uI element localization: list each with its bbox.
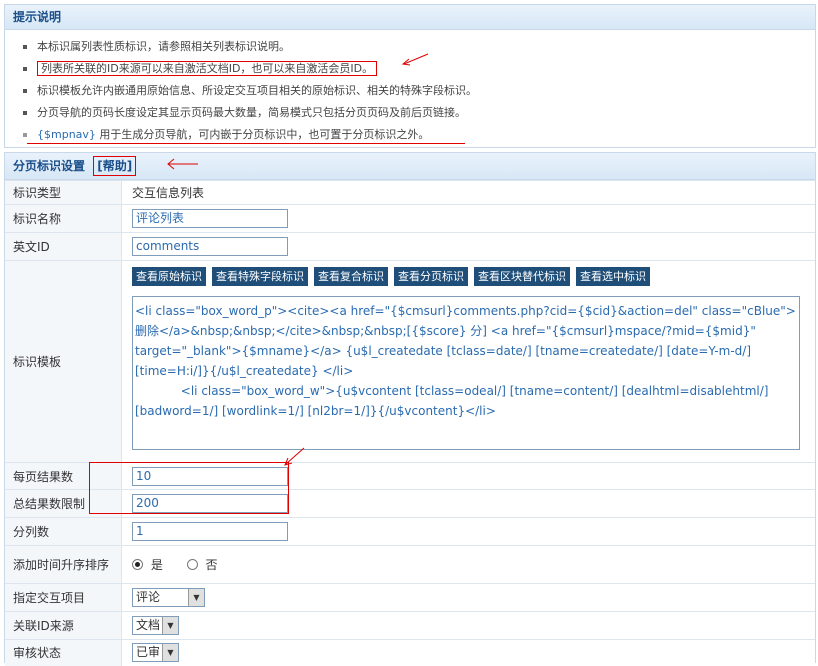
- chevron-down-icon: ▼: [188, 589, 204, 606]
- bullet-icon: [23, 67, 27, 71]
- bullet-icon: [23, 45, 27, 49]
- asc-yes-radio[interactable]: [132, 559, 143, 570]
- audit-select-value: 已审: [136, 645, 161, 660]
- table-row: 标识名称 评论列表: [5, 204, 815, 233]
- view-original-button[interactable]: 查看原始标识: [132, 267, 206, 286]
- view-composite-button[interactable]: 查看复合标识: [314, 267, 388, 286]
- audit-select[interactable]: 已审 ▼: [132, 643, 179, 663]
- type-value: 交互信息列表: [121, 180, 815, 205]
- enid-input[interactable]: comments: [132, 237, 288, 256]
- item-select-value: 评论: [136, 590, 161, 604]
- help-link[interactable]: [帮助]: [93, 156, 137, 176]
- view-paging-button[interactable]: 查看分页标识: [394, 267, 468, 286]
- mpnav-code: {$mpnav}: [37, 128, 96, 141]
- list-item: 标识模板允许内嵌通用原始信息、所设定交互项目相关的原始标识、相关的特殊字段标识。: [19, 80, 815, 102]
- red-box-annotation: [89, 462, 289, 514]
- idsrc-label: 关联ID来源: [5, 611, 122, 640]
- name-input[interactable]: 评论列表: [132, 209, 288, 228]
- red-underline-annotation: [27, 143, 465, 144]
- chevron-down-icon: ▼: [162, 617, 178, 634]
- red-arrow-icon: [167, 158, 198, 170]
- bullet-icon: [23, 89, 27, 93]
- red-arrow-icon: [284, 447, 305, 466]
- item-label: 指定交互项目: [5, 583, 122, 612]
- red-arrow-icon: [401, 53, 429, 66]
- table-row: 审核状态 已审 ▼: [5, 639, 815, 666]
- template-toolbar: 查看原始标识 查看特殊字段标识 查看复合标识 查看分页标识 查看区块替代标识 查看选中标识: [132, 267, 815, 286]
- list-item: 分页导航的页码长度设定其显示页码最大数量，简易模式只包括分页页码及前后页链接。: [19, 102, 815, 124]
- item-select[interactable]: 评论 ▼: [132, 588, 205, 607]
- asc-yes-label: 是: [150, 558, 163, 572]
- table-row: 指定交互项目 评论 ▼: [5, 583, 815, 612]
- table-row: 标识类型 交互信息列表: [5, 180, 815, 205]
- settings-panel: 分页标识设置 [帮助] 标识类型 交互信息列表 标识名称 评论列表 英文ID c…: [4, 152, 816, 666]
- bullet-icon: [23, 111, 27, 115]
- hint-list: 本标识属列表性质标识，请参照相关列表标识说明。 列表所关联的ID来源可以来自激活…: [5, 30, 815, 146]
- table-row: 英文ID comments: [5, 232, 815, 261]
- view-block-replace-button[interactable]: 查看区块替代标识: [474, 267, 570, 286]
- settings-form: 标识类型 交互信息列表 标识名称 评论列表 英文ID comments 标识模板…: [5, 180, 815, 666]
- settings-panel-title: 分页标识设置: [13, 159, 86, 173]
- asc-no-radio[interactable]: [186, 559, 198, 570]
- idsrc-select-value: 文档: [136, 618, 161, 632]
- type-label: 标识类型: [5, 180, 122, 205]
- highlighted-hint: 列表所关联的ID来源可以来自激活文档ID，也可以来自激活会员ID。: [37, 61, 378, 76]
- table-row: 添加时间升序排序 是 否: [5, 545, 815, 584]
- template-textarea[interactable]: <li class="box_word_p"><cite><a href="{$…: [132, 296, 800, 450]
- view-selected-button[interactable]: 查看选中标识: [576, 267, 650, 286]
- view-special-field-button[interactable]: 查看特殊字段标识: [212, 267, 308, 286]
- chevron-down-icon: ▼: [162, 644, 178, 662]
- cols-input[interactable]: 1: [132, 522, 288, 541]
- enid-label: 英文ID: [5, 232, 122, 261]
- audit-label: 审核状态: [5, 639, 122, 666]
- idsrc-select[interactable]: 文档 ▼: [132, 616, 179, 635]
- template-label: 标识模板: [5, 260, 122, 463]
- settings-panel-header: 分页标识设置 [帮助]: [5, 153, 815, 180]
- table-row: 关联ID来源 文档 ▼: [5, 611, 815, 640]
- asc-label: 添加时间升序排序: [5, 545, 122, 584]
- cols-label: 分列数: [5, 517, 122, 546]
- table-row: 分列数 1: [5, 517, 815, 546]
- hint-panel-title: 提示说明: [5, 5, 815, 30]
- hint-panel: 提示说明 本标识属列表性质标识，请参照相关列表标识说明。 列表所关联的ID来源可…: [4, 4, 816, 148]
- name-label: 标识名称: [5, 204, 122, 233]
- bullet-icon: [23, 133, 27, 137]
- asc-no-label: 否: [205, 558, 218, 572]
- table-row: 标识模板 查看原始标识 查看特殊字段标识 查看复合标识 查看分页标识 查看区块替代标识查…: [5, 260, 815, 463]
